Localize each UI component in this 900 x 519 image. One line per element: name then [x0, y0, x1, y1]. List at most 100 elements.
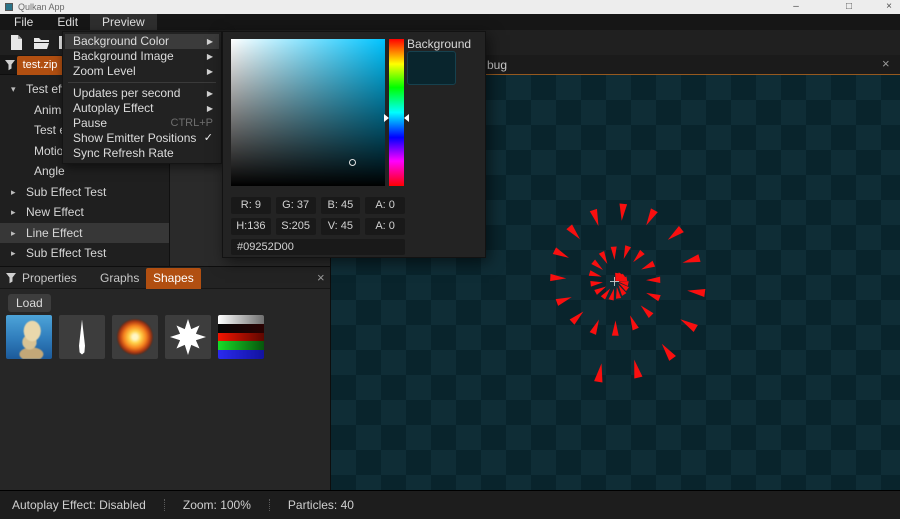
particle [569, 311, 584, 325]
particle [555, 297, 572, 306]
hex-color-field[interactable]: #09252D00 [231, 239, 405, 255]
menu-item-background-color[interactable]: Background Color ▶ [65, 34, 219, 49]
menu-item-pause[interactable]: Pause CTRL+P [65, 116, 219, 131]
filter-icon[interactable] [5, 272, 17, 284]
menu-item-show-emitter-positions[interactable]: Show Emitter Positions ✓ [65, 131, 219, 146]
tree-item-label: Sub Effect Test [26, 184, 107, 199]
particle [667, 226, 684, 240]
minimize-button[interactable]: – [785, 0, 807, 13]
particle [633, 249, 645, 263]
maximize-button[interactable]: □ [838, 0, 860, 13]
tree-item-angle[interactable]: Angle [0, 161, 169, 181]
hue-slider[interactable] [389, 39, 404, 186]
close-button[interactable]: × [878, 0, 900, 13]
shape-thumbnail-fireball[interactable] [112, 315, 158, 359]
sv-cursor[interactable] [349, 158, 357, 166]
chevron-right-icon[interactable]: ▸ [11, 182, 16, 202]
new-file-icon [11, 35, 22, 50]
particle [550, 273, 567, 282]
tree-item-sub-effect-test[interactable]: ▸ Sub Effect Test [0, 243, 169, 263]
app-window: Qulkan App – □ × File Edit Preview test.… [0, 0, 900, 519]
tab-graphs[interactable]: Graphs [100, 268, 139, 289]
menu-item-label: Zoom Level [73, 64, 136, 78]
hue-indicator-right [404, 113, 409, 122]
status-item: Zoom: 100% [182, 498, 251, 512]
shape-thumbnail-cone[interactable] [59, 315, 105, 359]
saturation-value-square[interactable] [231, 39, 385, 186]
hue-indicator-left [384, 113, 389, 122]
submenu-arrow-icon: ▶ [206, 37, 213, 46]
particle [589, 319, 599, 335]
menu-item-autoplay-effect[interactable]: Autoplay Effect ▶ [65, 101, 219, 116]
filter-icon[interactable] [4, 59, 16, 71]
shape-thumbnail-gradient-bars[interactable] [218, 315, 264, 359]
menu-item-sync-refresh-rate[interactable]: Sync Refresh Rate [65, 146, 219, 161]
open-file-button[interactable] [33, 34, 50, 51]
tab-shapes[interactable]: Shapes [146, 268, 201, 289]
particle [661, 343, 676, 361]
close-icon[interactable]: × [882, 57, 890, 70]
shape-thumbnail-star[interactable] [165, 315, 211, 359]
status-item: Autoplay Effect: Disabled [12, 498, 146, 512]
particle [591, 259, 604, 271]
particle [641, 260, 656, 270]
color-field[interactable]: V: 45 [320, 218, 361, 235]
particle [623, 245, 632, 259]
hsva-fields: H:136 S:205 V: 45 A: 0 [231, 218, 405, 235]
tree-item-line-effect[interactable]: ▸ Line Effect [0, 222, 169, 243]
particle [611, 320, 619, 336]
color-field[interactable]: R: 9 [231, 197, 271, 214]
cone-shape [79, 319, 85, 355]
menu-item-updates-per-second[interactable]: Updates per second ▶ [65, 86, 219, 101]
status-separator [163, 499, 165, 511]
tab-properties[interactable]: Properties [22, 268, 77, 289]
particle [646, 276, 661, 284]
tree-item-label: Sub Effect Test [26, 246, 107, 260]
color-field[interactable]: A: 0 [365, 218, 405, 235]
status-bar: Autoplay Effect: Disabled Zoom: 100% Parti… [0, 490, 900, 519]
chevron-right-icon[interactable]: ▸ [11, 202, 16, 222]
chevron-right-icon[interactable]: ▸ [11, 243, 16, 263]
particle [634, 359, 643, 379]
color-picker-popup: R: 9 G: 37 B: 45 A: 0 H:136 S:205 V: 45 A: 0 #… [222, 31, 486, 258]
load-button[interactable]: Load [8, 294, 51, 312]
color-field[interactable]: A: 0 [365, 197, 405, 214]
title-bar: Qulkan App – □ × [0, 0, 900, 14]
tree-item-new-effect[interactable]: ▸ New Effect [0, 202, 169, 222]
menubar-item-edit[interactable]: Edit [45, 14, 90, 30]
tab-test-zip[interactable]: test.zip [17, 56, 63, 75]
new-file-button[interactable] [8, 34, 25, 51]
menu-shortcut: CTRL+P [170, 117, 214, 129]
particle [646, 292, 661, 302]
menu-item-label: Background Color [73, 34, 170, 48]
menubar-item-file[interactable]: File [2, 14, 45, 30]
shape-thumbnail-statue-photo[interactable] [6, 315, 52, 359]
app-icon [5, 3, 13, 11]
chevron-right-icon[interactable]: ▸ [11, 223, 16, 243]
menu-item-zoom-level[interactable]: Zoom Level ▶ [65, 64, 219, 79]
menu-item-label: Pause [73, 116, 108, 130]
submenu-arrow-icon: ▶ [206, 89, 213, 98]
menubar-item-preview[interactable]: Preview [90, 14, 157, 30]
status-item: Particles: 40 [287, 498, 354, 512]
menu-item-background-image[interactable]: Background Image ▶ [65, 49, 219, 64]
rgba-fields: R: 9 G: 37 B: 45 A: 0 [231, 197, 405, 214]
shapes-panel: Properties Graphs Shapes × Load [0, 266, 330, 490]
particle [640, 305, 654, 319]
particle [594, 363, 603, 383]
color-field[interactable]: S:205 [275, 218, 316, 235]
close-icon[interactable]: × [317, 271, 325, 284]
checkmark-icon: ✓ [203, 132, 213, 144]
color-field[interactable]: G: 37 [275, 197, 316, 214]
submenu-arrow-icon: ▶ [206, 67, 213, 76]
tree-item-sub-effect-test[interactable]: ▸ Sub Effect Test [0, 182, 169, 202]
color-field[interactable]: H:136 [231, 218, 271, 235]
color-field[interactable]: B: 45 [320, 197, 361, 214]
current-color-swatch [407, 51, 456, 85]
particle [682, 254, 701, 263]
particle [610, 246, 617, 260]
chevron-down-icon[interactable]: ▾ [11, 79, 16, 99]
particle [598, 251, 608, 265]
particle [630, 315, 639, 331]
menu-bar: File Edit Preview [0, 14, 900, 30]
